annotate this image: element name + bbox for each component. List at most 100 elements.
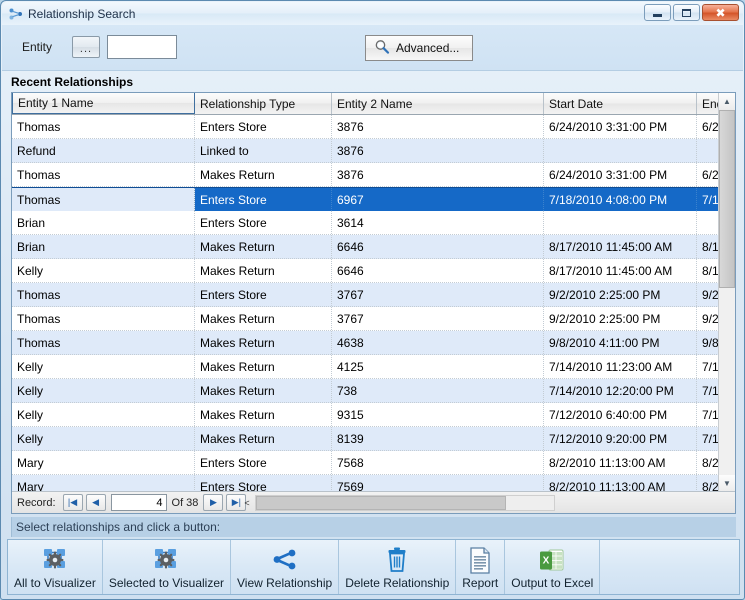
cell-type[interactable]: Enters Store (195, 211, 332, 234)
toolbar-button-all-to-visualizer[interactable]: All to Visualizer (8, 540, 103, 594)
cell-entity2[interactable]: 3876 (332, 163, 544, 186)
toolbar-button-output-to-excel[interactable]: X Output to Excel (505, 540, 600, 594)
table-row[interactable]: BrianEnters Store3614 (12, 211, 736, 235)
cell-type[interactable]: Enters Store (195, 115, 332, 138)
cell-start[interactable]: 6/24/2010 3:31:00 PM (544, 163, 697, 186)
table-row[interactable]: ThomasMakes Return37679/2/2010 2:25:00 P… (12, 307, 736, 331)
table-row[interactable]: ThomasEnters Store38766/24/2010 3:31:00 … (12, 115, 736, 139)
cell-entity2[interactable]: 3614 (332, 211, 544, 234)
cell-entity2[interactable]: 6646 (332, 235, 544, 258)
cell-entity2[interactable]: 6967 (332, 188, 544, 211)
cell-type[interactable]: Enters Store (195, 451, 332, 474)
maximize-button[interactable] (673, 4, 700, 21)
cell-start[interactable]: 8/2/2010 11:13:00 AM (544, 475, 697, 492)
cell-type[interactable]: Enters Store (195, 475, 332, 492)
column-header-entity1[interactable]: Entity 1 Name (12, 92, 195, 114)
cell-entity1[interactable]: Kelly (12, 379, 195, 402)
table-row[interactable]: KellyMakes Return41257/14/2010 11:23:00 … (12, 355, 736, 379)
minimize-button[interactable] (644, 4, 671, 21)
advanced-search-button[interactable]: Advanced... (365, 35, 473, 61)
cell-entity2[interactable]: 4638 (332, 331, 544, 354)
column-header-type[interactable]: Relationship Type (195, 93, 332, 114)
scroll-left-button[interactable]: < (244, 498, 249, 508)
cell-entity1[interactable]: Thomas (12, 307, 195, 330)
toolbar-button-view-relationship[interactable]: View Relationship (231, 540, 339, 594)
table-row[interactable]: ThomasMakes Return38766/24/2010 3:31:00 … (12, 163, 736, 187)
cell-start[interactable]: 8/17/2010 11:45:00 AM (544, 259, 697, 282)
table-row[interactable]: KellyMakes Return66468/17/2010 11:45:00 … (12, 259, 736, 283)
cell-type[interactable]: Linked to (195, 139, 332, 162)
cell-type[interactable]: Makes Return (195, 235, 332, 258)
grid-vertical-scrollbar[interactable]: ▲ ▼ (718, 93, 735, 492)
cell-entity1[interactable]: Thomas (12, 188, 195, 211)
cell-entity2[interactable]: 738 (332, 379, 544, 402)
scroll-down-button[interactable]: ▼ (719, 475, 735, 492)
cell-entity2[interactable]: 7569 (332, 475, 544, 492)
cell-type[interactable]: Makes Return (195, 331, 332, 354)
cell-entity1[interactable]: Mary (12, 475, 195, 492)
current-record-input[interactable] (111, 494, 167, 511)
grid-horizontal-scrollbar[interactable]: < (255, 495, 555, 511)
cell-type[interactable]: Makes Return (195, 403, 332, 426)
cell-entity1[interactable]: Thomas (12, 331, 195, 354)
cell-start[interactable]: 8/17/2010 11:45:00 AM (544, 235, 697, 258)
cell-entity2[interactable]: 3876 (332, 115, 544, 138)
cell-type[interactable]: Makes Return (195, 259, 332, 282)
cell-entity1[interactable]: Thomas (12, 283, 195, 306)
cell-type[interactable]: Makes Return (195, 427, 332, 450)
close-button[interactable]: ✖ (702, 4, 739, 21)
table-row[interactable]: BrianMakes Return66468/17/2010 11:45:00 … (12, 235, 736, 259)
first-record-button[interactable]: |◀ (63, 494, 83, 511)
cell-entity2[interactable]: 6646 (332, 259, 544, 282)
cell-entity2[interactable]: 3767 (332, 307, 544, 330)
cell-start[interactable] (544, 139, 697, 162)
cell-type[interactable]: Makes Return (195, 307, 332, 330)
cell-entity1[interactable]: Kelly (12, 427, 195, 450)
table-row[interactable]: RefundLinked to3876 (12, 139, 736, 163)
cell-type[interactable]: Makes Return (195, 355, 332, 378)
entity-browse-button[interactable]: ... (72, 36, 100, 58)
cell-entity2[interactable]: 4125 (332, 355, 544, 378)
toolbar-button-selected-to-visualizer[interactable]: Selected to Visualizer (103, 540, 231, 594)
vertical-scroll-thumb[interactable] (719, 110, 735, 288)
cell-start[interactable]: 9/2/2010 2:25:00 PM (544, 307, 697, 330)
table-row[interactable]: ThomasEnters Store37679/2/2010 2:25:00 P… (12, 283, 736, 307)
cell-entity2[interactable]: 9315 (332, 403, 544, 426)
cell-type[interactable]: Makes Return (195, 379, 332, 402)
cell-entity1[interactable]: Kelly (12, 403, 195, 426)
cell-start[interactable]: 9/2/2010 2:25:00 PM (544, 283, 697, 306)
cell-entity1[interactable]: Mary (12, 451, 195, 474)
cell-entity1[interactable]: Kelly (12, 259, 195, 282)
cell-start[interactable]: 8/2/2010 11:13:00 AM (544, 451, 697, 474)
cell-start[interactable] (544, 211, 697, 234)
cell-start[interactable]: 7/14/2010 11:23:00 AM (544, 355, 697, 378)
cell-start[interactable]: 6/24/2010 3:31:00 PM (544, 115, 697, 138)
table-row[interactable]: KellyMakes Return81397/12/2010 9:20:00 P… (12, 427, 736, 451)
cell-entity2[interactable]: 7568 (332, 451, 544, 474)
cell-start[interactable]: 7/18/2010 4:08:00 PM (544, 188, 697, 211)
scroll-up-button[interactable]: ▲ (719, 93, 735, 110)
cell-type[interactable]: Makes Return (195, 163, 332, 186)
cell-entity1[interactable]: Thomas (12, 115, 195, 138)
cell-start[interactable]: 7/14/2010 12:20:00 PM (544, 379, 697, 402)
toolbar-button-delete-relationship[interactable]: Delete Relationship (339, 540, 456, 594)
cell-type[interactable]: Enters Store (195, 188, 332, 211)
cell-entity2[interactable]: 3767 (332, 283, 544, 306)
cell-start[interactable]: 7/12/2010 9:20:00 PM (544, 427, 697, 450)
table-row[interactable]: MaryEnters Store75688/2/2010 11:13:00 AM… (12, 451, 736, 475)
column-header-start[interactable]: Start Date (544, 93, 697, 114)
table-row[interactable]: MaryEnters Store75698/2/2010 11:13:00 AM… (12, 475, 736, 492)
table-row[interactable]: KellyMakes Return93157/12/2010 6:40:00 P… (12, 403, 736, 427)
previous-record-button[interactable]: ◀ (86, 494, 106, 511)
cell-type[interactable]: Enters Store (195, 283, 332, 306)
cell-entity1[interactable]: Thomas (12, 163, 195, 186)
entity-input[interactable] (107, 35, 177, 59)
table-row[interactable]: ThomasMakes Return46389/8/2010 4:11:00 P… (12, 331, 736, 355)
table-row[interactable]: ThomasEnters Store69677/18/2010 4:08:00 … (12, 187, 736, 211)
cell-entity1[interactable]: Brian (12, 235, 195, 258)
table-row[interactable]: KellyMakes Return7387/14/2010 12:20:00 P… (12, 379, 736, 403)
next-record-button[interactable]: ▶ (203, 494, 223, 511)
column-header-entity2[interactable]: Entity 2 Name (332, 93, 544, 114)
cell-entity2[interactable]: 3876 (332, 139, 544, 162)
cell-entity2[interactable]: 8139 (332, 427, 544, 450)
